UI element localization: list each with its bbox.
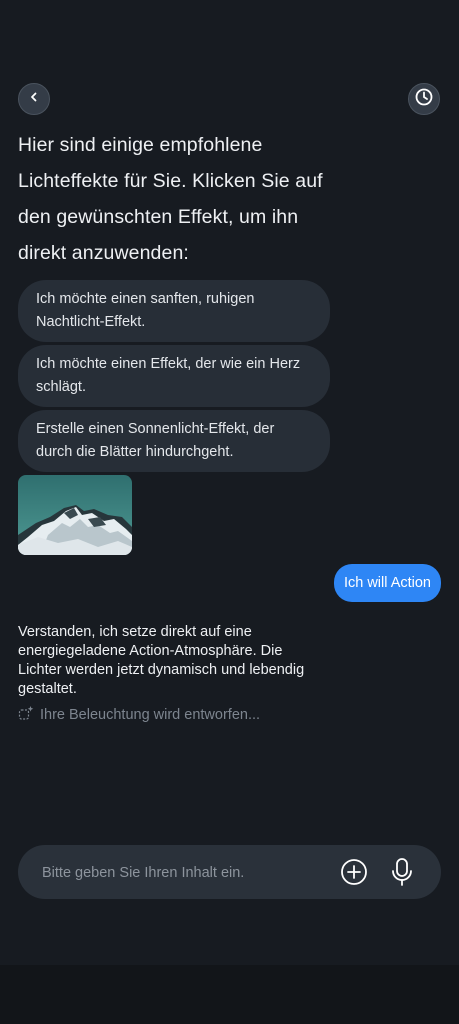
user-message-bubble: Ich will Action: [333, 564, 441, 602]
suggestion-chip-heartbeat[interactable]: Ich möchte einen Effekt, der wie ein Her…: [18, 345, 330, 407]
mountain-image-thumbnail[interactable]: [18, 475, 132, 555]
chevron-left-icon: [28, 90, 40, 108]
suggestion-chip-sunlight[interactable]: Erstelle einen Sonnenlicht-Effekt, der d…: [18, 410, 330, 472]
add-button[interactable]: [340, 858, 368, 886]
clock-icon: [414, 87, 434, 112]
microphone-icon: [390, 858, 414, 891]
back-button[interactable]: [18, 83, 50, 115]
message-composer: [18, 845, 441, 901]
history-button[interactable]: [408, 83, 440, 115]
voice-input-button[interactable]: [390, 857, 414, 887]
assistant-intro-message: Hier sind einige empfohlene Lichteffekte…: [18, 134, 323, 264]
system-navigation-area: [0, 965, 459, 1024]
message-input[interactable]: [40, 845, 324, 901]
generation-status-text: Ihre Beleuchtung wird entworfen...: [40, 707, 261, 723]
sparkle-icon: [18, 705, 34, 725]
suggestion-chip-night-light[interactable]: Ich möchte einen sanften, ruhigen Nachtl…: [18, 280, 330, 342]
plus-circle-icon: [340, 859, 368, 890]
generation-status: Ihre Beleuchtung wird entworfen...: [18, 705, 260, 725]
chat-screen: Hier sind einige empfohlene Lichteffekte…: [0, 0, 459, 965]
user-message-text: Ich will Action: [343, 575, 431, 591]
assistant-reply-message: Verstanden, ich setze direkt auf eine en…: [18, 624, 305, 697]
